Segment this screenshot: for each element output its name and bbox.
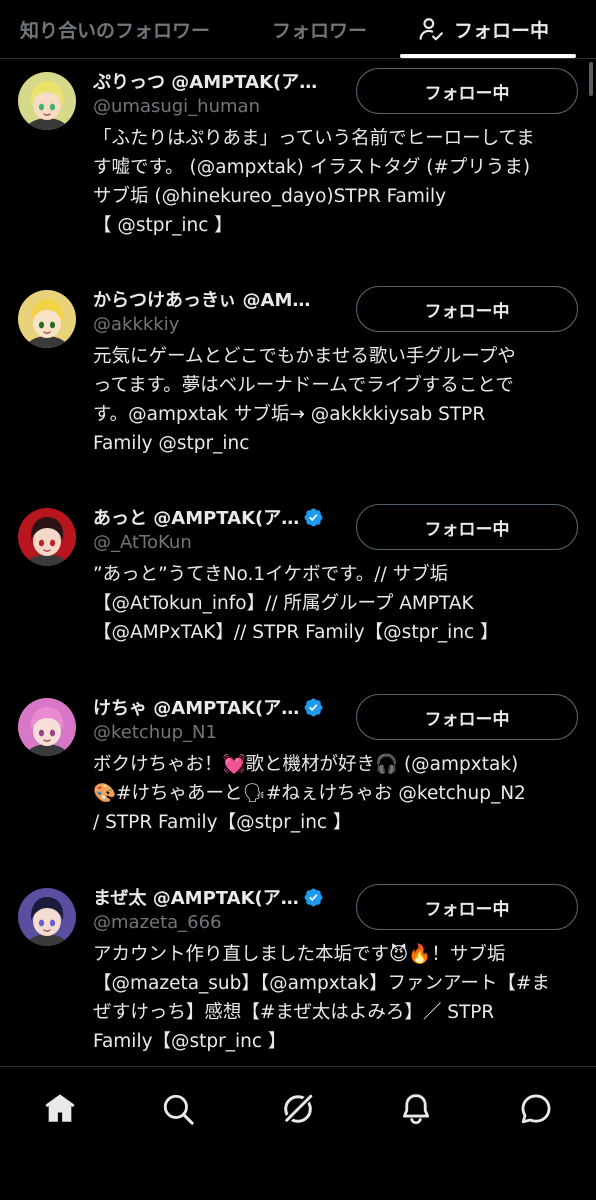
- avatar-ketchup-ellipse: [49, 729, 56, 737]
- bio-line: 「ふたりはぷりあま」っていう名前でヒーローしてま: [93, 128, 535, 149]
- following-button[interactable]: フォロー中: [356, 286, 578, 332]
- avatar-mazeta-ellipse: [49, 919, 56, 927]
- bio-line: す嘘です。 (@ampxtak) イラストタグ (#プリうま): [93, 157, 531, 178]
- display-name[interactable]: からつけあっきぃ @AM…: [93, 286, 310, 312]
- tab-label: 知り合いのフォロワー: [20, 19, 211, 42]
- bio-line: す。@ampxtak サブ垢→ @akkkkiysab STPR: [93, 404, 486, 425]
- tab-label: フォロワー: [272, 19, 368, 42]
- following-button[interactable]: フォロー中: [356, 504, 578, 550]
- following-button[interactable]: フォロー中: [356, 884, 578, 930]
- nav-search[interactable]: [158, 1089, 198, 1129]
- bio-line: 元気にゲームとどこでもかませる歌い手グループや: [93, 346, 516, 367]
- name-row: けちゃ @AMPTAK(ア…: [93, 693, 345, 721]
- display-name[interactable]: まぜ太 @AMPTAK(ア…: [93, 884, 299, 910]
- avatar-prittsu-illustration: [18, 72, 76, 130]
- bio: ”あっと”うてきNo.1イケボです。// サブ垢 【@AtTokun_info】…: [93, 560, 585, 647]
- tab-following[interactable]: フォロー中: [418, 0, 549, 58]
- avatar-ketchup-illustration: [18, 698, 76, 756]
- user-handle: @akkkkiy: [93, 314, 180, 335]
- avatar-akkiy-ellipse: [38, 321, 45, 329]
- bio-line: / STPR Family【@stpr_inc 】: [93, 812, 352, 833]
- bio-line: 【@AMPxTAK】// STPR Family【@stpr_inc 】: [93, 622, 499, 643]
- user-handle: @mazeta_666: [93, 912, 222, 933]
- user-handle: @ketchup_N1: [93, 722, 217, 743]
- nav-notifications[interactable]: [396, 1089, 436, 1129]
- user-cell[interactable]: あっと @AMPTAK(ア… @_AtToKun フォロー中 ”あっと”うてきN…: [0, 496, 596, 684]
- avatar[interactable]: [18, 508, 76, 566]
- tab-followers[interactable]: フォロワー: [272, 0, 367, 58]
- name-row: あっと @AMPTAK(ア…: [93, 503, 345, 531]
- nav-grok[interactable]: [278, 1089, 318, 1129]
- display-name[interactable]: けちゃ @AMPTAK(ア…: [93, 694, 299, 720]
- avatar-atto-ellipse: [49, 539, 56, 547]
- avatar[interactable]: [18, 698, 76, 756]
- messages-icon: [521, 1094, 551, 1124]
- bottom-nav: [0, 1066, 596, 1200]
- bio: ボクけちゃお！💓歌と機材が好き🎧 (@ampxtak) 🎨#けちゃあーと🗣#ねぇ…: [93, 750, 585, 837]
- bio-line: Family @stpr_inc: [93, 433, 250, 454]
- name-row: からつけあっきぃ @AM…: [93, 285, 345, 313]
- bio: 「ふたりはぷりあま」っていう名前でヒーローしてま す嘘です。 (@ampxtak…: [93, 124, 585, 240]
- tab-label: フォロー中: [454, 19, 550, 42]
- user-cell[interactable]: からつけあっきぃ @AM… @akkkkiy フォロー中 元気にゲームとどこでも…: [0, 278, 596, 494]
- avatar-prittsu-ellipse: [49, 103, 56, 111]
- display-name[interactable]: あっと @AMPTAK(ア…: [93, 504, 299, 530]
- person-check-icon: [419, 18, 443, 41]
- verified-badge-icon: [304, 698, 323, 716]
- bio-line: ぜすけっち】感想【#まぜ太はよみろ】／ STPR: [93, 1002, 495, 1023]
- avatar-prittsu-ellipse: [38, 103, 45, 111]
- bio-line: 【@AtTokun_info】// 所属グループ AMPTAK: [93, 593, 474, 614]
- avatar-ketchup-ellipse: [38, 729, 45, 737]
- user-handle: @umasugi_human: [93, 96, 260, 117]
- name-row: まぜ太 @AMPTAK(ア…: [93, 883, 345, 911]
- avatar-mazeta-illustration: [18, 888, 76, 946]
- bio-line: ってます。夢はベルーナドームでライブすることで: [93, 375, 514, 396]
- user-cell[interactable]: けちゃ @AMPTAK(ア… @ketchup_N1 フォロー中 ボクけちゃお！…: [0, 686, 596, 874]
- bell-icon: [402, 1094, 430, 1125]
- bio-line: Family【@stpr_inc 】: [93, 1031, 287, 1052]
- bio-line: ボクけちゃお！💓歌と機材が好き🎧 (@ampxtak): [93, 754, 519, 775]
- avatar[interactable]: [18, 888, 76, 946]
- avatar-atto-illustration: [18, 508, 76, 566]
- name-row: ぷりっつ @AMPTAK(ア…: [93, 67, 345, 95]
- bio-line: 【 @stpr_inc 】: [93, 215, 233, 236]
- user-cell[interactable]: ぷりっつ @AMPTAK(ア… @umasugi_human フォロー中 「ふた…: [0, 60, 596, 276]
- grok-icon: [284, 1093, 313, 1123]
- bio: 元気にゲームとどこでもかませる歌い手グループや ってます。夢はベルーナドームでラ…: [93, 342, 585, 458]
- bio-line: 🎨#けちゃあーと🗣#ねぇけちゃお @ketchup_N2: [93, 783, 526, 804]
- avatar[interactable]: [18, 72, 76, 130]
- bio-line: 【@mazeta_sub】【@ampxtak】ファンアート【#ま: [93, 973, 550, 994]
- active-tab-indicator: [400, 54, 576, 58]
- tab-bar: 知り合いのフォロワー フォロワー フォロー中: [0, 0, 596, 59]
- bio-line: ”あっと”うてきNo.1イケボです。// サブ垢: [93, 564, 449, 585]
- following-button[interactable]: フォロー中: [356, 68, 578, 114]
- nav-home[interactable]: [40, 1089, 80, 1129]
- search-icon: [163, 1094, 194, 1125]
- avatar-mazeta-ellipse: [38, 919, 45, 927]
- nav-messages[interactable]: [516, 1089, 556, 1129]
- verified-badge-icon: [304, 888, 323, 906]
- user-handle: @_AtToKun: [93, 532, 192, 553]
- home-icon: [45, 1094, 75, 1122]
- display-name[interactable]: ぷりっつ @AMPTAK(ア…: [93, 68, 317, 94]
- avatar[interactable]: [18, 290, 76, 348]
- bio-line: サブ垢 (@hinekureo_dayo)STPR Family: [93, 186, 447, 207]
- verified-badge-icon: [304, 508, 323, 526]
- avatar-atto-ellipse: [38, 539, 45, 547]
- tab-mutual-followers[interactable]: 知り合いのフォロワー: [20, 0, 210, 58]
- bio-line: アカウント作り直しました本垢です😈🔥！サブ垢: [93, 944, 506, 965]
- following-button[interactable]: フォロー中: [356, 694, 578, 740]
- avatar-akkiy-illustration: [18, 290, 76, 348]
- avatar-akkiy-ellipse: [49, 321, 56, 329]
- user-cell[interactable]: まぜ太 @AMPTAK(ア… @mazeta_666 フォロー中 アカウント作り…: [0, 876, 596, 1066]
- bio: アカウント作り直しました本垢です😈🔥！サブ垢 【@mazeta_sub】【@am…: [93, 940, 585, 1056]
